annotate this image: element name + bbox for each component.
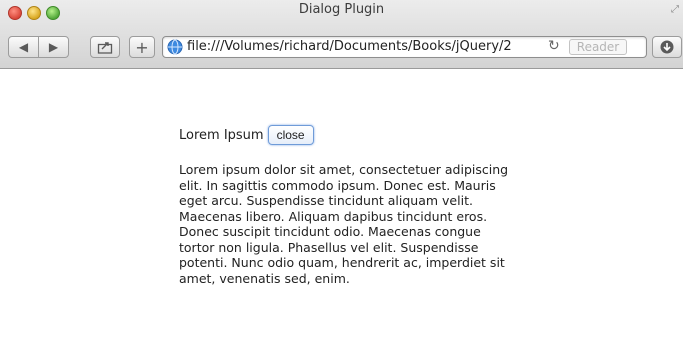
dialog-close-button[interactable]: close: [267, 125, 314, 145]
forward-button[interactable]: ▶: [38, 36, 69, 58]
page-content: Lorem Ipsum close Lorem ipsum dolor sit …: [0, 69, 683, 362]
reload-icon[interactable]: ↻: [548, 38, 560, 54]
back-arrow-icon: ◀: [18, 40, 29, 54]
address-bar[interactable]: file:///Volumes/richard/Documents/Books/…: [162, 36, 647, 58]
reader-button[interactable]: Reader: [569, 39, 627, 55]
back-button[interactable]: ◀: [8, 36, 39, 58]
add-bookmark-button[interactable]: +: [129, 36, 155, 58]
share-button[interactable]: [90, 36, 120, 58]
dialog-body-text: Lorem ipsum dolor sit amet, consectetuer…: [179, 162, 509, 286]
dialog-titlebar: Lorem Ipsum close: [179, 125, 314, 145]
forward-arrow-icon: ▶: [48, 40, 59, 54]
share-icon: [97, 42, 113, 54]
resize-icon[interactable]: ⤢: [671, 4, 679, 15]
globe-icon: [167, 39, 183, 55]
window-title: Dialog Plugin: [298, 2, 385, 17]
download-icon: [660, 40, 674, 54]
window-chrome: Dialog Plugin ⤢ ◀ ▶ + file:///Volumes/ri…: [0, 0, 683, 69]
dialog-title: Lorem Ipsum: [179, 127, 264, 143]
url-text[interactable]: file:///Volumes/richard/Documents/Books/…: [187, 39, 527, 54]
downloads-button[interactable]: [652, 36, 682, 58]
plus-icon: +: [135, 37, 149, 57]
